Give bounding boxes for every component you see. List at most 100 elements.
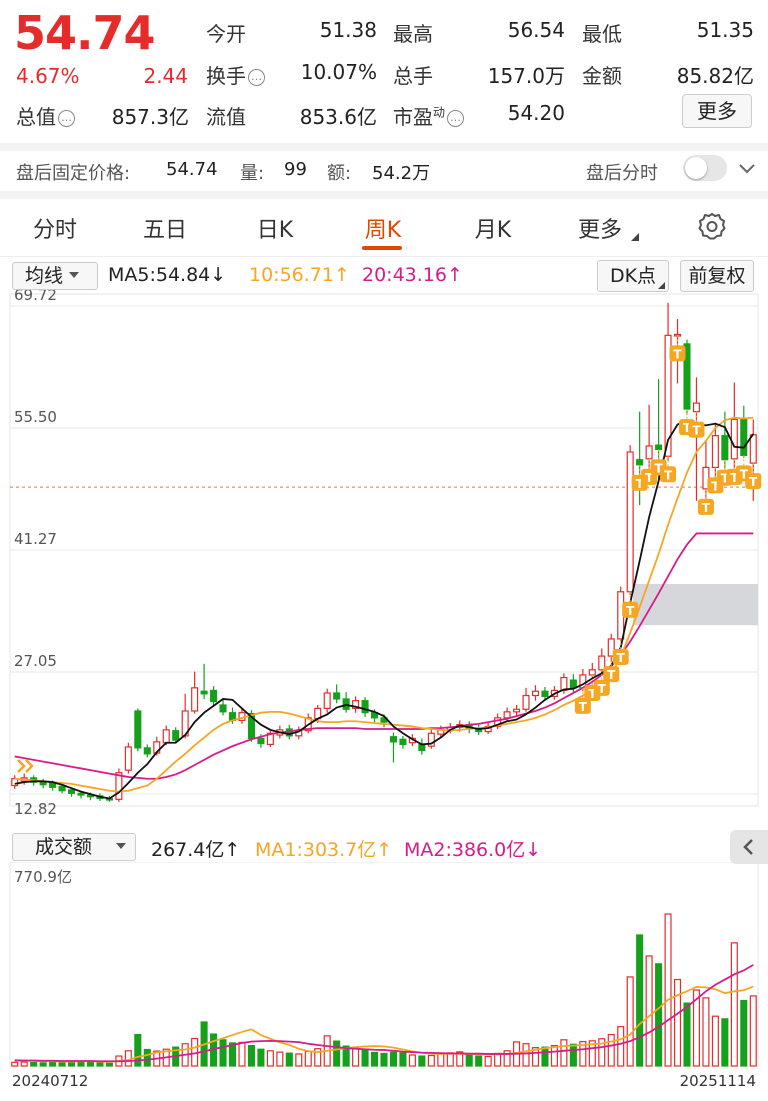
total-volume-label: 总手: [393, 64, 433, 88]
volume-bar: [607, 1033, 615, 1067]
volume-bar: [304, 1050, 312, 1067]
float-cap-label: 流值: [206, 105, 246, 129]
y-tick-label: 12.82: [14, 800, 57, 818]
high-label: 最高: [393, 22, 433, 46]
corner-triangle-icon: [631, 233, 639, 241]
volume-bar: [238, 1041, 246, 1067]
volume-bar: [484, 1055, 492, 1067]
more-button[interactable]: 更多: [682, 94, 752, 128]
volume-bar: [645, 955, 653, 1067]
float-cap-value: 853.6亿: [299, 105, 377, 129]
volume-bar: [569, 1043, 577, 1067]
total-volume-value: 157.0万: [487, 64, 565, 88]
candle-body: [740, 418, 748, 457]
indicator-select[interactable]: 均线: [12, 262, 98, 290]
volume-bar: [399, 1052, 407, 1067]
pe-label: 市盈动…: [393, 101, 465, 130]
chevron-right-icon: [17, 759, 26, 773]
active-tab-indicator: [362, 246, 402, 250]
volume-bar: [143, 1048, 151, 1067]
info-icon: …: [58, 110, 75, 127]
candle-body: [172, 730, 180, 741]
candle-body: [210, 689, 218, 703]
x-end-label: 20251114: [680, 1072, 756, 1090]
market-cap-label: 总值…: [16, 101, 75, 130]
volume-bar: [276, 1051, 284, 1067]
high-value: 56.54: [507, 18, 565, 42]
volume-bar: [522, 1043, 530, 1067]
after-hours-amount-label: 额:: [327, 163, 352, 184]
tab-week-k[interactable]: 周K: [356, 212, 410, 244]
volume-bar: [370, 1051, 379, 1067]
candle-body: [39, 781, 47, 786]
candle-body: [124, 746, 132, 771]
chevron-right-icon: [25, 759, 34, 773]
info-icon: …: [447, 110, 465, 127]
volume-bar: [740, 999, 748, 1067]
pe-value: 54.20: [507, 101, 565, 125]
volume-bar: [105, 1062, 113, 1067]
chevron-down-icon[interactable]: [737, 162, 757, 176]
low-label: 最低: [582, 22, 622, 46]
adjust-button[interactable]: 前复权: [680, 260, 754, 292]
volume-bar: [475, 1055, 483, 1067]
y-tick-label: 69.72: [14, 290, 57, 304]
volume-bar: [560, 1039, 568, 1067]
candle-body: [134, 710, 142, 749]
dk-marker-glyph: T: [702, 501, 711, 515]
volume-bar: [730, 942, 738, 1067]
open-value: 51.38: [319, 18, 377, 42]
after-hours-volume-label: 量:: [240, 163, 265, 184]
volume-bar: [333, 1040, 341, 1067]
volume-bar: [550, 1044, 558, 1067]
candle-body: [361, 700, 369, 714]
tab-more[interactable]: 更多: [570, 212, 630, 244]
volume-bar: [266, 1050, 274, 1067]
volume-bar: [749, 995, 757, 1067]
volume-bar: [541, 1046, 549, 1067]
volume-bar: [49, 1061, 57, 1067]
tab-day-k[interactable]: 日K: [248, 212, 302, 244]
candle-body: [636, 459, 644, 466]
candle-body: [162, 729, 170, 744]
dk-marker-glyph: T: [579, 700, 588, 714]
candle-body: [323, 692, 331, 710]
candle-body: [541, 690, 549, 697]
tab-five-day[interactable]: 五日: [138, 212, 192, 244]
volume-bar: [39, 1062, 47, 1067]
volume-bar: [465, 1054, 473, 1067]
candle-body: [645, 445, 653, 460]
dk-marker-glyph: T: [749, 475, 758, 489]
volume-bar: [77, 1061, 85, 1067]
volume-indicator-select[interactable]: 成交额: [12, 833, 136, 861]
tab-month-k[interactable]: 月K: [466, 212, 520, 244]
candle-body: [730, 418, 738, 460]
volume-bar: [427, 1054, 435, 1067]
x-start-label: 20240712: [12, 1072, 88, 1090]
volume-bar: [380, 1052, 388, 1067]
volume-bar: [58, 1062, 66, 1067]
info-icon: …: [248, 69, 265, 86]
gear-icon[interactable]: [697, 211, 727, 241]
ma5-readout: MA5:54.84↓: [108, 264, 227, 286]
kline-chart[interactable]: 69.7255.5041.2727.0512.82TT TTTTT TT TTT TTT…: [0, 290, 768, 830]
volume-bar: [655, 963, 663, 1067]
candle-body: [503, 711, 511, 719]
candle-body: [588, 669, 596, 676]
candle-body: [655, 444, 663, 450]
candle-body: [721, 435, 729, 461]
volume-bar: [389, 1051, 398, 1067]
volume-bar: [683, 1002, 691, 1067]
divider: [0, 256, 768, 257]
candle-body: [115, 772, 123, 800]
y-tick-label: 27.05: [14, 652, 57, 670]
volume-bar: [352, 1047, 360, 1067]
after-hours-timeshare-label: 盘后分时: [586, 163, 658, 184]
volume-ma2-readout: MA2:386.0亿↓: [404, 839, 542, 861]
volume-bar: [418, 1055, 426, 1067]
collapse-panel-button[interactable]: [730, 830, 768, 864]
tab-timeshare[interactable]: 分时: [28, 212, 82, 244]
volume-chart[interactable]: 770.9亿 20240712 20251114: [0, 862, 768, 1101]
open-label: 今开: [206, 22, 246, 46]
candle-body: [77, 792, 85, 796]
